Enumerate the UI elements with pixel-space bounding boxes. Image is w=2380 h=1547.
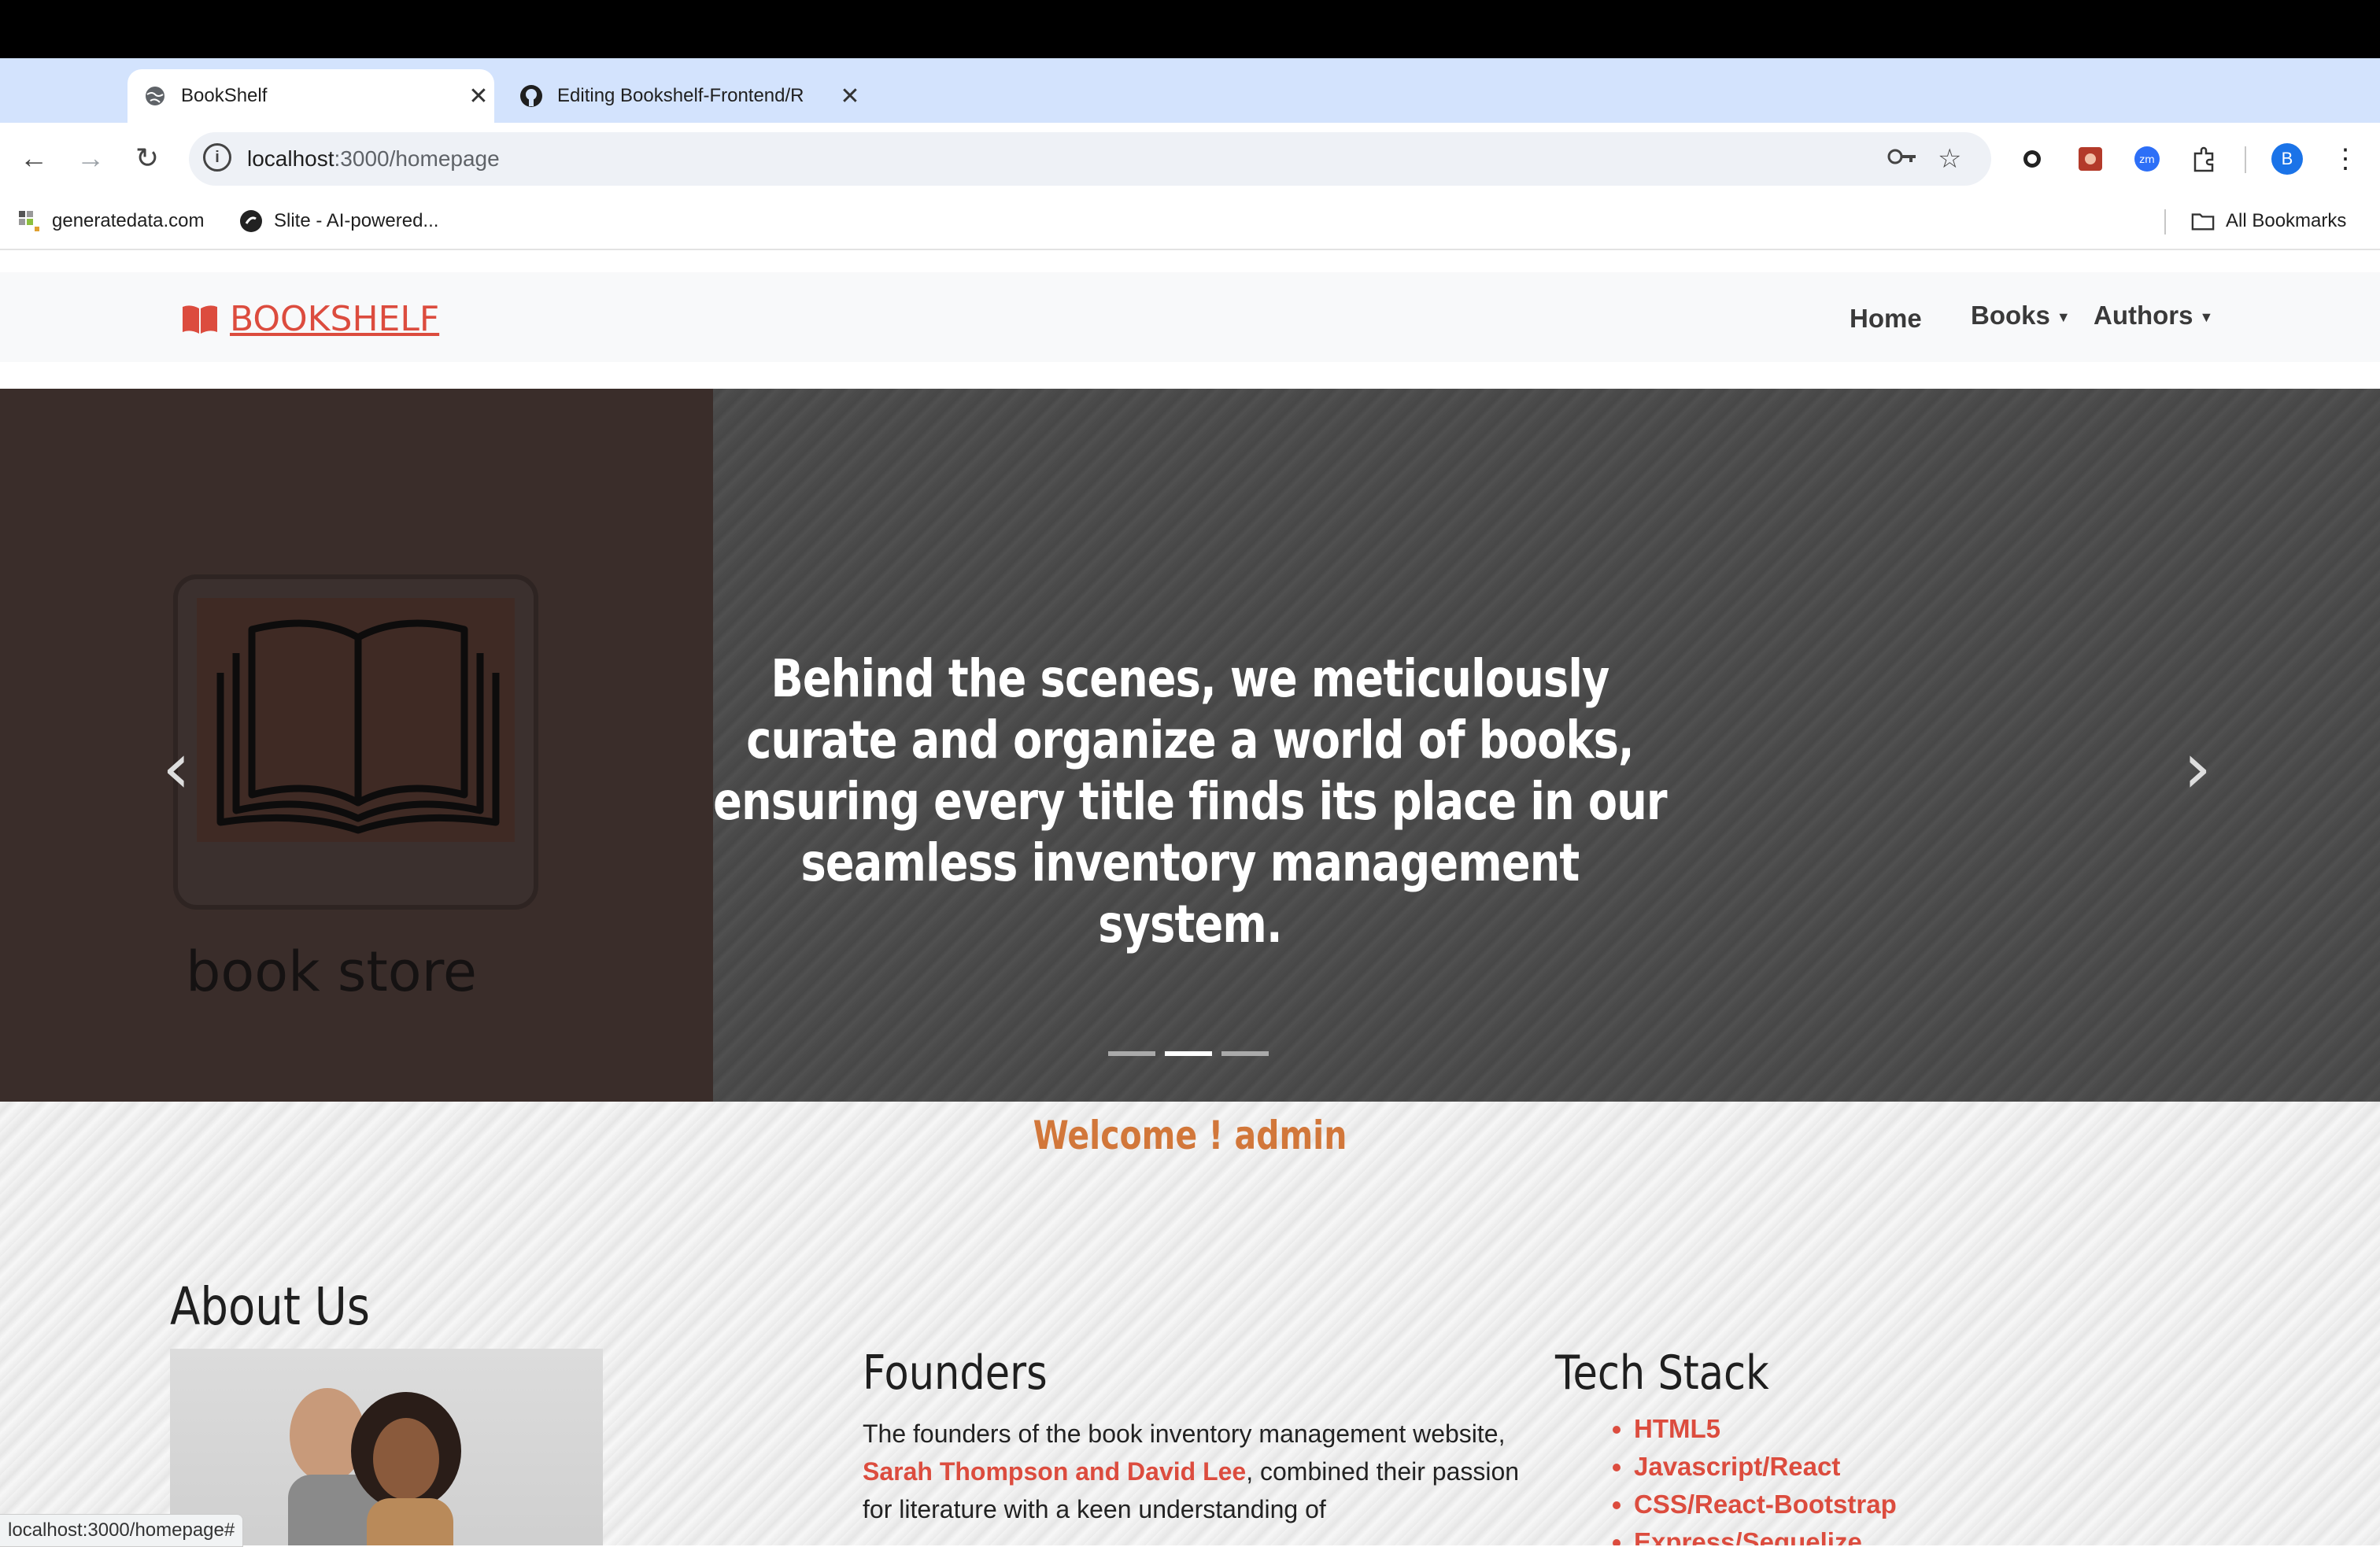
password-key-icon[interactable] <box>1887 143 1919 177</box>
tab-github-editing[interactable]: Editing Bookshelf-Frontend/R ✕ <box>504 69 866 123</box>
browser-menu-icon[interactable]: ⋮ <box>2331 144 2360 174</box>
extension-zoom-icon[interactable]: zm <box>2133 145 2161 173</box>
close-tab-icon[interactable]: ✕ <box>463 83 494 110</box>
generatedata-icon <box>17 209 41 233</box>
page-content: BOOKSHELF Home Books ▼ Authors ▼ book stor… <box>0 250 2380 1545</box>
founders-names: Sarah Thompson and David Lee <box>863 1457 1247 1486</box>
browser-toolbar: ← → ↻ i localhost:3000/homepage ☆ zm B ⋮ <box>0 123 2380 195</box>
hero-caption: Behind the scenes, we meticulously curat… <box>713 648 1667 954</box>
tab-title: BookShelf <box>181 85 268 106</box>
site-info-icon[interactable]: i <box>203 143 231 172</box>
about-section: Welcome ! admin About Us Founders The fo… <box>0 1102 2380 1545</box>
address-bar[interactable]: i localhost:3000/homepage ☆ <box>189 132 1991 186</box>
tech-stack-heading: Tech Stack <box>1555 1346 1769 1401</box>
tech-item: Javascript/React <box>1634 1448 1897 1486</box>
welcome-message: Welcome ! admin <box>1033 1113 1347 1158</box>
window-top-bar <box>0 0 2380 58</box>
github-icon <box>519 84 543 108</box>
tech-stack-list: HTML5 Javascript/React CSS/React-Bootstr… <box>1602 1410 1897 1545</box>
tab-strip: BookShelf ✕ Editing Bookshelf-Frontend/R… <box>0 58 2380 168</box>
carousel-next-icon[interactable]: › <box>2183 727 2212 810</box>
nav-authors-dropdown[interactable]: Authors ▼ <box>2094 301 2213 330</box>
brand-name: BOOKSHELF <box>230 299 440 339</box>
bookmark-generatedata[interactable]: generatedata.com <box>17 209 204 233</box>
bookmarks-separator <box>2164 209 2166 234</box>
profile-avatar[interactable]: B <box>2271 143 2303 175</box>
bookmark-label: generatedata.com <box>52 210 205 231</box>
tab-bookshelf[interactable]: BookShelf ✕ <box>128 69 494 123</box>
nav-books-dropdown[interactable]: Books ▼ <box>1971 301 2071 330</box>
tab-title: Editing Bookshelf-Frontend/R <box>557 85 804 106</box>
status-url-bar: localhost:3000/homepage# <box>0 1514 244 1547</box>
all-bookmarks-button[interactable]: All Bookmarks <box>2191 209 2346 233</box>
site-navbar: BOOKSHELF Home Books ▼ Authors ▼ <box>0 272 2380 362</box>
forward-arrow-icon[interactable]: → <box>71 138 110 178</box>
open-book-icon <box>216 619 500 834</box>
brand-link[interactable]: BOOKSHELF <box>181 299 439 339</box>
globe-icon <box>143 84 167 108</box>
bookmark-label: Slite - AI-powered... <box>274 210 439 231</box>
carousel-indicator-3[interactable] <box>1221 1051 1269 1056</box>
tech-item: CSS/React-Bootstrap <box>1634 1486 1897 1523</box>
book-store-logo <box>173 574 538 910</box>
founders-text: The founders of the book inventory manag… <box>863 1420 1520 1523</box>
extension-sun-icon[interactable] <box>2018 145 2046 173</box>
extension-red-icon[interactable] <box>2076 145 2105 173</box>
founders-heading: Founders <box>863 1346 1048 1401</box>
slite-icon <box>239 209 263 233</box>
toolbar-separator <box>2245 146 2246 173</box>
close-tab-icon[interactable]: ✕ <box>834 83 866 110</box>
reload-icon[interactable]: ↻ <box>128 138 167 178</box>
url-text[interactable]: localhost:3000/homepage <box>247 146 500 172</box>
svg-text:zm: zm <box>2139 154 2155 166</box>
nav-authors-label: Authors <box>2094 301 2193 330</box>
tech-item: Express/Sequelize <box>1634 1523 1897 1545</box>
tech-item: HTML5 <box>1634 1410 1897 1448</box>
folder-icon <box>2191 209 2215 233</box>
hero-carousel: book store Behind the scenes, we meticul… <box>0 389 2380 1102</box>
carousel-indicator-2[interactable] <box>1165 1051 1212 1056</box>
caret-down-icon: ▼ <box>2199 308 2214 325</box>
carousel-indicators <box>1108 1051 1269 1056</box>
bookmark-slite[interactable]: Slite - AI-powered... <box>239 209 438 233</box>
book-store-text: book store <box>186 940 477 1004</box>
all-bookmarks-label: All Bookmarks <box>2226 210 2347 231</box>
nav-home[interactable]: Home <box>1850 304 1922 334</box>
about-heading: About Us <box>170 1276 370 1337</box>
extensions-puzzle-icon[interactable] <box>2190 145 2218 173</box>
caret-down-icon: ▼ <box>2056 308 2071 325</box>
back-arrow-icon[interactable]: ← <box>14 138 54 178</box>
book-icon <box>183 305 217 334</box>
carousel-prev-icon[interactable]: ‹ <box>162 727 190 810</box>
bookmarks-bar: generatedata.com Slite - AI-powered... A… <box>0 195 2380 250</box>
bookmark-star-icon[interactable]: ☆ <box>1938 143 1961 175</box>
carousel-indicator-1[interactable] <box>1108 1051 1155 1056</box>
nav-books-label: Books <box>1971 301 2050 330</box>
